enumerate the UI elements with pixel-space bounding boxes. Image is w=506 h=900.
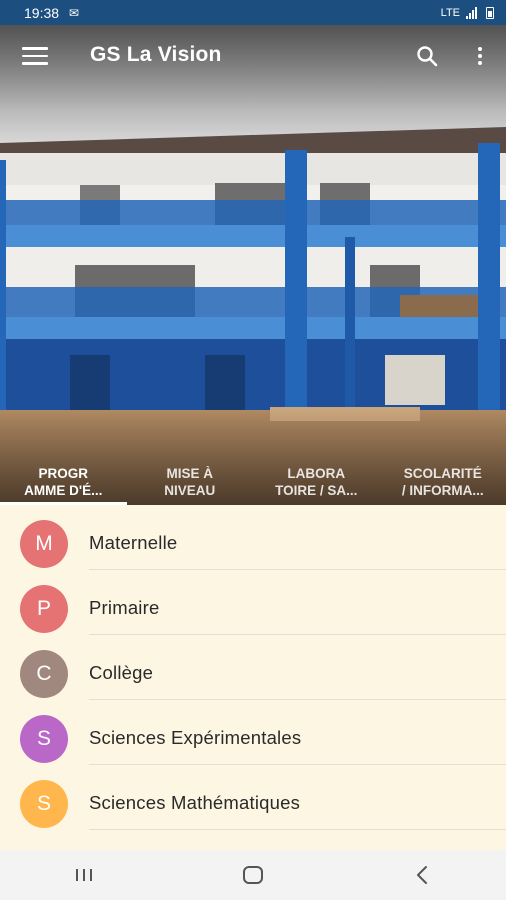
tab-bar: PROGR AMME D'É... MISE À NIVEAU LABORA T…: [0, 465, 506, 505]
menu-icon[interactable]: [22, 47, 48, 65]
list-item-label: Sciences Mathématiques: [89, 792, 301, 813]
status-bar: 19:38 ✉ LTE: [0, 0, 506, 25]
status-time: 19:38: [24, 4, 60, 21]
list-item-label: Primaire: [89, 597, 160, 618]
system-nav-bar: [0, 850, 506, 900]
avatar: M: [20, 520, 68, 568]
search-icon[interactable]: [416, 45, 438, 67]
status-icons: LTE: [440, 6, 494, 19]
divider: [89, 829, 506, 830]
list-item-label: Sciences Expérimentales: [89, 727, 302, 748]
avatar: C: [20, 650, 68, 698]
mail-icon: ✉: [69, 5, 80, 20]
list-item[interactable]: C Collège: [0, 635, 506, 700]
list-item[interactable]: P Primaire: [0, 570, 506, 635]
tab-mise-a-niveau[interactable]: MISE À NIVEAU: [127, 465, 254, 505]
list-item[interactable]: S Sciences Expérimentales: [0, 700, 506, 765]
app-title: GS La Vision: [90, 43, 222, 66]
tab-label-line1: MISE À: [166, 466, 213, 481]
list-item-label: Collège: [89, 662, 154, 683]
tab-label-line1: SCOLARITÉ: [403, 466, 482, 481]
list-item[interactable]: M Maternelle: [0, 505, 506, 570]
list-item[interactable]: S Sciences Mathématiques: [0, 765, 506, 830]
tab-label-line2: TOIRE / SA...: [275, 483, 358, 498]
more-vert-icon[interactable]: [470, 45, 490, 67]
tab-label-line1: LABORA: [287, 466, 346, 481]
back-icon[interactable]: [402, 855, 442, 895]
network-type: LTE: [440, 6, 460, 19]
recents-icon[interactable]: [64, 855, 104, 895]
tab-scolarite[interactable]: SCOLARITÉ / INFORMA...: [380, 465, 506, 505]
school-building-photo: [0, 25, 506, 505]
avatar: S: [20, 780, 68, 828]
home-icon[interactable]: [233, 855, 273, 895]
level-list: M Maternelle P Primaire C Collège S Scie…: [0, 505, 506, 850]
tab-laboratoire[interactable]: LABORA TOIRE / SA...: [253, 465, 380, 505]
hero-header: GS La Vision PROGR AMME D'É... MISE À NI…: [0, 25, 506, 505]
avatar: P: [20, 585, 68, 633]
tab-label-line2: AMME D'É...: [24, 483, 103, 498]
tab-label-line1: PROGR: [38, 466, 88, 481]
tab-programme[interactable]: PROGR AMME D'É...: [0, 465, 127, 505]
signal-icon: [466, 6, 480, 19]
list-item-label: Maternelle: [89, 532, 178, 553]
app-bar: GS La Vision: [0, 25, 506, 87]
tab-label-line2: NIVEAU: [164, 483, 216, 498]
tab-label-line2: / INFORMA...: [401, 483, 484, 498]
avatar: S: [20, 715, 68, 763]
battery-icon: [486, 6, 494, 19]
